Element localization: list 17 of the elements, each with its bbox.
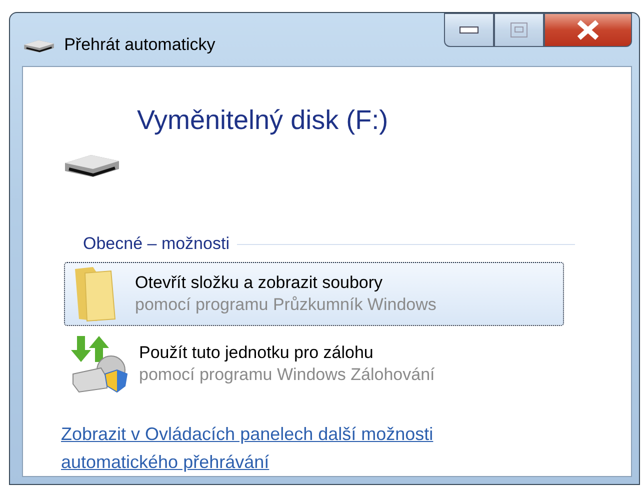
option-subtitle: pomocí programu Průzkumník Windows <box>135 295 436 315</box>
close-button[interactable] <box>544 13 632 47</box>
window-title: Přehrát automaticky <box>64 35 216 55</box>
close-icon <box>576 20 600 40</box>
section-label: Obecné – možnosti <box>83 234 230 254</box>
maximize-button[interactable] <box>494 13 544 47</box>
maximize-icon <box>510 22 528 38</box>
option-subtitle: pomocí programu Windows Zálohování <box>139 365 435 385</box>
minimize-icon <box>459 26 479 34</box>
autoplay-option[interactable]: Otevřít složku a zobrazit soubory pomocí programu Průzkumník Windows <box>64 262 564 326</box>
backup-drive-icon <box>71 334 129 394</box>
option-title: Otevřít složku a zobrazit soubory <box>135 273 384 293</box>
option-title: Použít tuto jednotku pro zálohu <box>139 343 374 363</box>
minimize-button[interactable] <box>444 13 494 47</box>
autoplay-option[interactable]: Použít tuto jednotku pro zálohu pomocí programu Windows Zálohování <box>64 332 564 396</box>
control-panel-link[interactable]: Zobrazit v Ovládacích panelech další možnosti automatického přehrávání <box>61 420 541 476</box>
device-name: Vyměnitelný disk (F:) <box>137 105 388 136</box>
